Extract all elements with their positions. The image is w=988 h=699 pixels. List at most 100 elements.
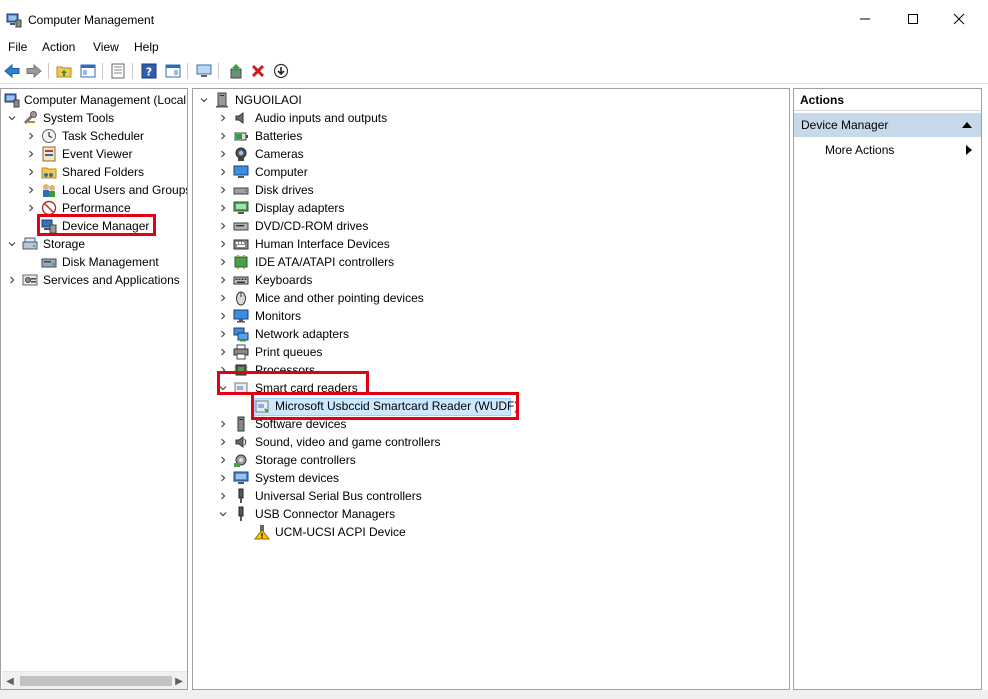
device-category-ide-ata-atapi-controllers[interactable]: IDE ATA/ATAPI controllers xyxy=(193,253,789,271)
chevron-right-icon[interactable] xyxy=(218,203,228,213)
device-category-disk-drives[interactable]: Disk drives xyxy=(193,181,789,199)
tree-task-scheduler[interactable]: Task Scheduler xyxy=(1,127,187,145)
collapse-up-icon[interactable] xyxy=(962,121,972,129)
batteries-icon xyxy=(234,132,248,141)
device-manager-pane[interactable]: NGUOILAOI Audio inputs and outputs Batter… xyxy=(192,88,790,690)
horizontal-scrollbar[interactable]: ◀ ▶ xyxy=(2,671,187,689)
menu-help[interactable]: Help xyxy=(134,40,159,54)
maximize-button[interactable] xyxy=(890,4,936,34)
chevron-right-icon[interactable] xyxy=(218,365,228,375)
chevron-right-icon[interactable] xyxy=(218,329,228,339)
device-category-human-interface-devices[interactable]: Human Interface Devices xyxy=(193,235,789,253)
minimize-button[interactable] xyxy=(842,4,888,34)
actions-section-device-manager[interactable]: Device Manager xyxy=(794,113,981,137)
chevron-right-icon[interactable] xyxy=(218,491,228,501)
device-category-smart-card-readers[interactable]: Smart card readers xyxy=(193,379,789,397)
show-action-pane-button[interactable] xyxy=(163,61,183,81)
properties-button[interactable] xyxy=(108,61,128,81)
chevron-right-icon[interactable] xyxy=(218,149,228,159)
chevron-right-icon[interactable] xyxy=(26,203,36,213)
device-category-universal-serial-bus-controllers[interactable]: Universal Serial Bus controllers xyxy=(193,487,789,505)
console-tree-icon xyxy=(80,64,96,78)
chevron-right-icon[interactable] xyxy=(218,347,228,357)
chevron-right-icon[interactable] xyxy=(218,113,228,123)
smart-card-reader-device[interactable]: Microsoft Usbccid Smartcard Reader (WUDF… xyxy=(193,397,789,415)
chevron-down-icon[interactable] xyxy=(7,239,17,249)
device-category-display-adapters[interactable]: Display adapters xyxy=(193,199,789,217)
uninstall-device-button[interactable] xyxy=(248,61,268,81)
chevron-right-icon[interactable] xyxy=(218,167,228,177)
chevron-right-icon[interactable] xyxy=(26,185,36,195)
device-category-computer[interactable]: Computer xyxy=(193,163,789,181)
device-category-system-devices[interactable]: System devices xyxy=(193,469,789,487)
device-tree-root[interactable]: NGUOILAOI xyxy=(193,91,789,109)
device-category-batteries[interactable]: Batteries xyxy=(193,127,789,145)
device-category-cameras[interactable]: Cameras xyxy=(193,145,789,163)
tree-performance[interactable]: Performance xyxy=(1,199,187,217)
audio-inputs-and-outputs-icon xyxy=(235,112,244,124)
chevron-right-icon[interactable] xyxy=(218,473,228,483)
chevron-right-icon[interactable] xyxy=(26,131,36,141)
console-tree-pane[interactable]: Computer Management (Local System Tools … xyxy=(0,88,188,690)
chevron-right-icon[interactable] xyxy=(218,275,228,285)
scroll-left-icon[interactable]: ◀ xyxy=(5,676,15,687)
menu-action[interactable]: Action xyxy=(42,40,75,54)
device-category-keyboards[interactable]: Keyboards xyxy=(193,271,789,289)
chevron-right-icon[interactable] xyxy=(218,239,228,249)
chevron-down-icon[interactable] xyxy=(7,113,17,123)
device-category-software-devices[interactable]: Software devices xyxy=(193,415,789,433)
device-category-mice-and-other-pointing-devices[interactable]: Mice and other pointing devices xyxy=(193,289,789,307)
tree-local-users[interactable]: Local Users and Groups xyxy=(1,181,187,199)
network-adapters-icon xyxy=(233,327,249,342)
chevron-right-icon[interactable] xyxy=(7,275,17,285)
ucm-ucsi-device[interactable]: UCM-UCSI ACPI Device xyxy=(193,523,789,541)
chevron-right-icon[interactable] xyxy=(26,167,36,177)
tree-disk-management[interactable]: Disk Management xyxy=(1,253,187,271)
device-category-sound-video-and-game-controllers[interactable]: Sound, video and game controllers xyxy=(193,433,789,451)
chevron-right-icon[interactable] xyxy=(218,221,228,231)
menu-file[interactable]: File xyxy=(8,40,27,54)
tree-shared-folders[interactable]: Shared Folders xyxy=(1,163,187,181)
chevron-down-icon[interactable] xyxy=(218,509,228,519)
device-category-print-queues[interactable]: Print queues xyxy=(193,343,789,361)
scan-hardware-button[interactable] xyxy=(271,61,291,81)
device-category-dvd-cd-rom-drives[interactable]: DVD/CD-ROM drives xyxy=(193,217,789,235)
forward-button[interactable] xyxy=(24,61,44,81)
chevron-right-icon[interactable] xyxy=(218,185,228,195)
chevron-right-icon[interactable] xyxy=(218,293,228,303)
tree-system-tools[interactable]: System Tools xyxy=(1,109,187,127)
display-button[interactable] xyxy=(194,61,214,81)
device-category-label: Batteries xyxy=(255,129,303,143)
chevron-right-icon[interactable] xyxy=(218,455,228,465)
tree-event-viewer[interactable]: Event Viewer xyxy=(1,145,187,163)
device-category-monitors[interactable]: Monitors xyxy=(193,307,789,325)
chevron-down-icon[interactable] xyxy=(218,383,228,393)
device-category-network-adapters[interactable]: Network adapters xyxy=(193,325,789,343)
close-button[interactable] xyxy=(936,4,982,34)
menu-view[interactable]: View xyxy=(93,40,119,54)
back-button[interactable] xyxy=(2,61,22,81)
device-category-audio-inputs-and-outputs[interactable]: Audio inputs and outputs xyxy=(193,109,789,127)
up-folder-button[interactable] xyxy=(54,61,74,81)
tree-event-viewer-label: Event Viewer xyxy=(62,147,133,161)
tree-storage[interactable]: Storage xyxy=(1,235,187,253)
chevron-right-icon[interactable] xyxy=(218,257,228,267)
chevron-right-icon[interactable] xyxy=(218,419,228,429)
chevron-right-icon[interactable] xyxy=(218,131,228,141)
scrollbar-thumb[interactable] xyxy=(20,676,172,686)
update-driver-button[interactable] xyxy=(226,61,246,81)
help-button[interactable]: ? xyxy=(139,61,159,81)
scroll-right-icon[interactable]: ▶ xyxy=(174,676,184,687)
chevron-right-icon[interactable] xyxy=(26,149,36,159)
tree-services-applications[interactable]: Services and Applications xyxy=(1,271,187,289)
chevron-right-icon[interactable] xyxy=(218,437,228,447)
show-hide-tree-button[interactable] xyxy=(78,61,98,81)
device-category-storage-controllers[interactable]: Storage controllers xyxy=(193,451,789,469)
device-category-usb-connector-managers[interactable]: USB Connector Managers xyxy=(193,505,789,523)
chevron-right-icon[interactable] xyxy=(218,311,228,321)
device-category-processors[interactable]: Processors xyxy=(193,361,789,379)
tree-root[interactable]: Computer Management (Local xyxy=(1,91,187,109)
tree-device-manager[interactable]: Device Manager xyxy=(1,217,187,235)
chevron-down-icon[interactable] xyxy=(199,95,209,105)
more-actions-item[interactable]: More Actions xyxy=(825,143,894,157)
